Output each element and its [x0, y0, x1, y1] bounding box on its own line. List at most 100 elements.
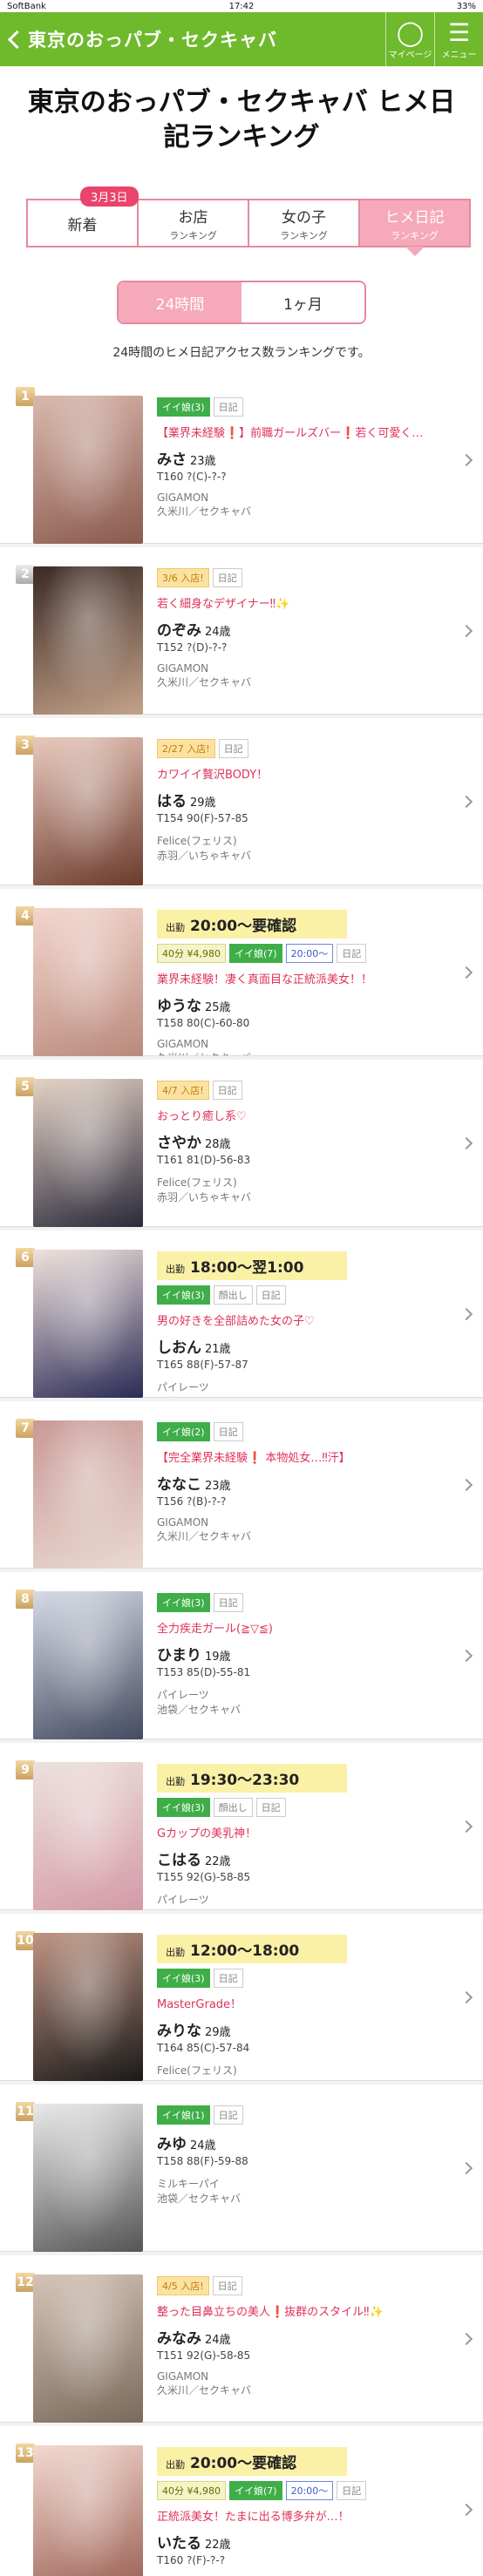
girl-age: 28歳 — [205, 1138, 231, 1151]
girl-name-line: さやか 28歳 — [157, 1130, 467, 1152]
profile-photo[interactable] — [33, 737, 143, 885]
ranking-row[interactable]: 10 出勤 12:00〜18:00 イイ娘(3) 日記 MasterGrade！ みりな 29… — [0, 1914, 483, 2081]
menu-button[interactable]: ☰ メニュー — [434, 12, 483, 66]
shift-time-value: 19:30〜23:30 — [190, 1772, 300, 1789]
shop-name: パイレーツ — [157, 1381, 209, 1393]
girl-age: 23歳 — [190, 455, 216, 468]
badge: 日記 — [212, 1081, 242, 1100]
menu-label: メニュー — [441, 50, 477, 60]
ranking-row[interactable]: 13 出勤 20:00〜要確認 40分 ¥4,980 イイ娘(7) 20:00〜 日記 正統派… — [0, 2426, 483, 2576]
girl-name: みなみ — [157, 2330, 201, 2348]
body-spec: T164 85(C)-57-84 — [157, 2042, 250, 2054]
profile-photo[interactable] — [33, 2274, 143, 2423]
girl-name-line: しおん 21歳 — [157, 1335, 467, 1357]
shift-time-value: 20:00〜要確認 — [190, 2455, 297, 2472]
badge-list: 2/27 入店! 日記 — [157, 739, 467, 758]
girl-name: のぞみ — [157, 622, 201, 640]
row-info: 4/5 入店! 日記 整った目鼻立ちの美人❗抜群のスタイル‼✨ みなみ 24歳 T151 … — [143, 2274, 467, 2422]
row-info: イイ娘(3) 日記【業界未経験❗】前職ガールズバー❗若く可愛く… みさ 23歳 T160… — [143, 396, 467, 543]
profile-photo[interactable] — [33, 1250, 143, 1398]
mypage-button[interactable]: ◯ マイページ — [385, 12, 434, 66]
mypage-label: マイページ — [388, 50, 432, 60]
shop-name: GIGAMON — [157, 2370, 209, 2383]
ranking-row[interactable]: 12 4/5 入店! 日記 整った目鼻立ちの美人❗抜群のスタイル‼✨ みなみ 24歳 T15… — [0, 2255, 483, 2423]
badge-list: イイ娘(3) 顔出し 日記 — [157, 1798, 467, 1817]
tab-label: 新着 — [67, 216, 98, 234]
profile-photo[interactable] — [33, 2104, 143, 2252]
badge-list: イイ娘(3) 日記 — [157, 1969, 467, 1988]
badge-list: イイ娘(3) 日記 — [157, 397, 467, 417]
girl-age: 22歳 — [205, 2539, 231, 2552]
girl-name: はる — [157, 793, 187, 810]
badge: 3/6 入店! — [157, 568, 209, 587]
body-spec: T151 92(G)-58-85 — [157, 2349, 251, 2362]
rank-number: 10 — [16, 1931, 35, 1950]
badge: 40分 ¥4,980 — [157, 2481, 226, 2500]
badge: イイ娘(3) — [157, 1798, 210, 1817]
shift-time: 出勤 12:00〜18:00 — [157, 1935, 347, 1963]
badge: 日記 — [212, 2276, 242, 2295]
tab-shop-ranking[interactable]: お店 ランキング — [137, 200, 248, 246]
profile-photo[interactable] — [33, 396, 143, 544]
profile-photo[interactable] — [33, 1591, 143, 1739]
profile-photo[interactable] — [33, 566, 143, 715]
shift-time: 出勤 20:00〜要確認 — [157, 910, 347, 939]
profile-photo[interactable] — [33, 908, 143, 1056]
ranking-row[interactable]: 5 4/7 入店! 日記 おっとり癒し系♡ さやか 28歳 T161 81(D)-56-83… — [0, 1060, 483, 1227]
ranking-row[interactable]: 9 出勤 19:30〜23:30 イイ娘(3) 顔出し 日記 Gカップの美乳神！ こはる 22歳… — [0, 1743, 483, 1910]
tab-diary-ranking[interactable]: ヒメ日記 ランキング — [358, 200, 469, 256]
ranking-row[interactable]: 7 イイ娘(2) 日記 【完全業界未経験❗ 本物処女…‼汗】 ななこ 23歳 T156 ?(… — [0, 1401, 483, 1569]
profile-photo[interactable] — [33, 1420, 143, 1569]
body-spec: T158 88(F)-59-88 — [157, 2155, 248, 2167]
ranking-row[interactable]: 3 2/27 入店! 日記 カワイイ贅沢BODY！ はる 29歳 T154 90(F)-57… — [0, 718, 483, 885]
shop-name: パイレーツ — [157, 1689, 209, 1701]
shop-area: 池袋／セクキャバ — [157, 2193, 242, 2205]
shift-time-value: 20:00〜要確認 — [190, 918, 297, 935]
period-24h[interactable]: 24時間 — [119, 282, 242, 322]
ranking-row[interactable]: 11 イイ娘(1) 日記 みゆ 24歳 T158 88(F)-59-88 ミルキーパイ 池袋／… — [0, 2085, 483, 2252]
girl-name: みさ — [157, 451, 187, 469]
ranking-list: 1 イイ娘(3) 日記 【業界未経験❗】前職ガールズバー❗若く可愛く… みさ 23歳 T16… — [0, 376, 483, 2576]
shift-time: 出勤 18:00〜翌1:00 — [157, 1251, 347, 1280]
rank-number: 1 — [16, 387, 35, 406]
girl-age: 22歳 — [205, 1855, 231, 1868]
header-title[interactable]: 東京のおっパブ・セクキャバ — [28, 26, 385, 52]
rank-number: 11 — [16, 2102, 35, 2121]
rank-number: 5 — [16, 1077, 35, 1096]
ranking-row[interactable]: 6 出勤 18:00〜翌1:00 イイ娘(3) 顔出し 日記 男の好きを全部詰めた女の子♡ し… — [0, 1230, 483, 1398]
profile-photo[interactable] — [33, 1933, 143, 2081]
profile-photo[interactable] — [33, 2445, 143, 2576]
ranking-row[interactable]: 1 イイ娘(3) 日記【業界未経験❗】前職ガールズバー❗若く可愛く… みさ 23歳 T16… — [0, 376, 483, 544]
tab-new[interactable]: 新着 — [28, 200, 137, 246]
period-1month[interactable]: 1ヶ月 — [242, 282, 364, 322]
shop-area: 赤羽／いちゃキャバ — [157, 2078, 467, 2080]
badge: イイ娘(2) — [157, 1422, 210, 1441]
back-icon[interactable] — [0, 12, 28, 66]
girl-name: みゆ — [157, 2136, 187, 2153]
badge: イイ娘(3) — [157, 397, 210, 417]
shift-time: 出勤 19:30〜23:30 — [157, 1764, 347, 1793]
ranking-row[interactable]: 8 イイ娘(3) 日記 全力疾走ガール(≧▽≦) ひまり 19歳 T153 85(D)-55… — [0, 1572, 483, 1739]
tab-girl-ranking[interactable]: 女の子 ランキング — [248, 200, 358, 246]
badge: イイ娘(7) — [228, 944, 282, 963]
catchphrase: 業界未経験！凄く真面目な正統派美女！！ — [157, 973, 373, 986]
tab-label: お店 — [178, 208, 208, 227]
rank-number: 2 — [16, 565, 35, 584]
ranking-row[interactable]: 2 3/6 入店! 日記 若く細身なデザイナー‼✨ のぞみ 24歳 T152 ?(D)-?-… — [0, 547, 483, 715]
profile-photo[interactable] — [33, 1762, 143, 1910]
rank-number: 9 — [16, 1760, 35, 1779]
shop-area: 赤羽／いちゃキャバ — [157, 850, 252, 862]
badge: 日記 — [255, 1285, 286, 1305]
rank-number: 3 — [16, 736, 35, 755]
girl-name-line: ななこ 23歳 — [157, 1472, 467, 1494]
period-caption: 24時間のヒメ日記アクセス数ランキングです。 — [0, 331, 483, 376]
profile-photo[interactable] — [33, 1079, 143, 1227]
girl-name: さやか — [157, 1135, 201, 1152]
body-spec: T160 ?(C)-?-? — [157, 471, 227, 483]
ranking-row[interactable]: 4 出勤 20:00〜要確認 40分 ¥4,980 イイ娘(7) 20:00〜 日記 業界未経… — [0, 889, 483, 1056]
girl-name: ななこ — [157, 1476, 201, 1494]
tab-sublabel: ランキング — [169, 229, 217, 241]
badge-list: 3/6 入店! 日記 — [157, 568, 467, 587]
catchphrase: 【業界未経験❗】前職ガールズバー❗若く可愛く… — [157, 427, 424, 440]
badge-list: 40分 ¥4,980 イイ娘(7) 20:00〜 日記 — [157, 2481, 467, 2500]
